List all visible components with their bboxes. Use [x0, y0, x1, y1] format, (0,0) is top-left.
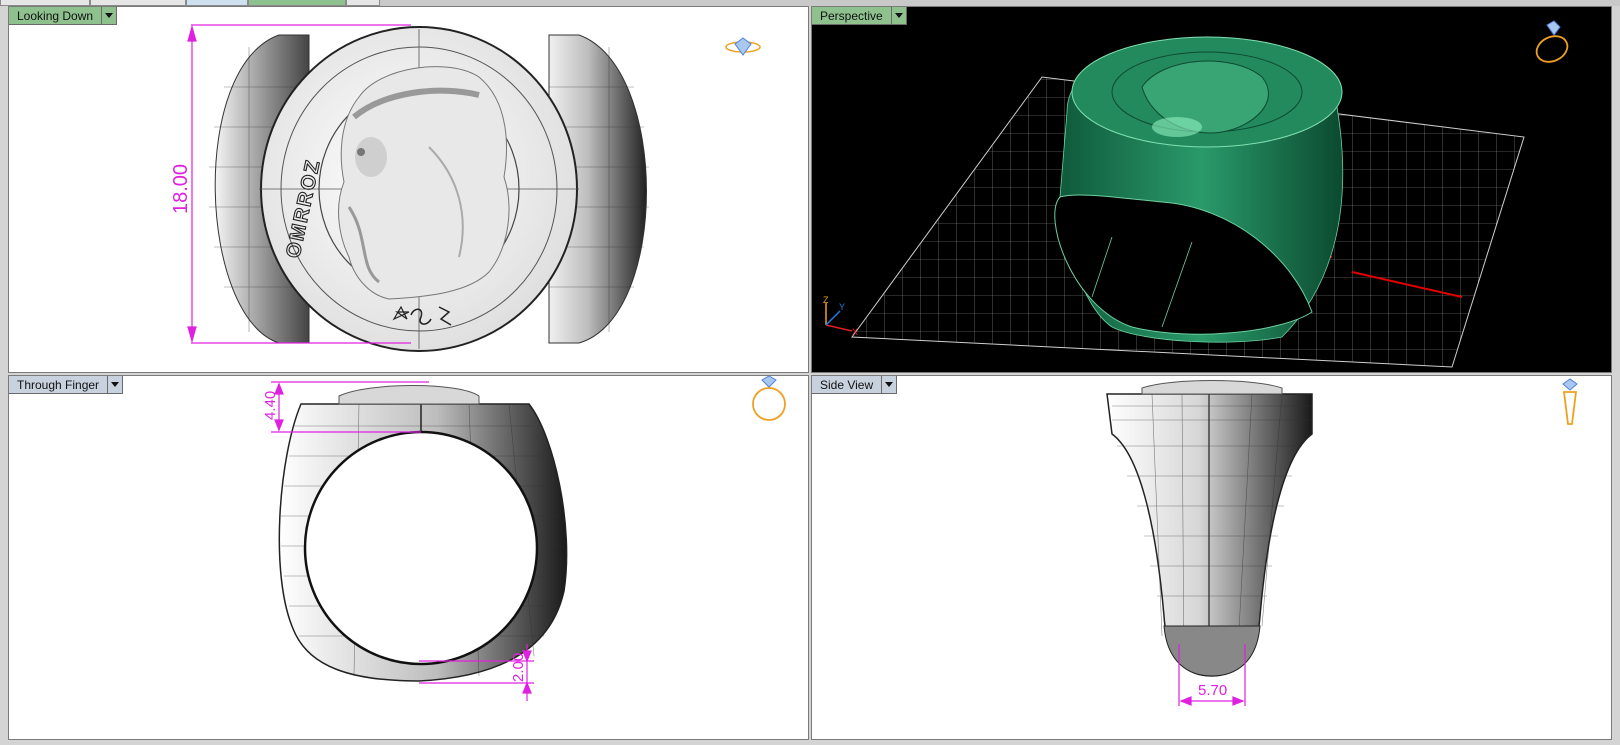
finger-hole	[303, 430, 539, 666]
relief-bust	[338, 66, 510, 300]
axis-gizmo: Z Y X	[823, 295, 858, 337]
chevron-down-icon[interactable]	[891, 7, 907, 25]
viewport-title[interactable]: Looking Down	[9, 7, 103, 25]
dimension-value-bottom: 5.70	[1198, 682, 1227, 699]
viewport-title[interactable]: Through Finger	[9, 376, 109, 394]
chevron-down-icon[interactable]	[108, 376, 124, 394]
viewport-looking-down[interactable]: Looking Down OMRROZ 18.00	[8, 6, 809, 373]
dimension-value-bottom: 2.00	[510, 653, 527, 682]
viewport-label[interactable]: Perspective	[812, 7, 907, 25]
ring-front-icon[interactable]	[752, 376, 786, 421]
top-view-drawing: OMRROZ 18.00	[170, 24, 761, 352]
axis-z-label: Z	[823, 295, 829, 305]
viewport-title[interactable]: Perspective	[812, 7, 892, 25]
viewport-label[interactable]: Looking Down	[9, 7, 118, 25]
front-view-drawing: 4.40 2.00	[262, 376, 786, 701]
axis-x-label: X	[852, 327, 858, 337]
dimension-value-top: 4.40	[262, 391, 279, 420]
viewport-label[interactable]: Side View	[812, 376, 898, 394]
viewport-label[interactable]: Through Finger	[9, 376, 124, 394]
relief-top	[338, 385, 480, 405]
relief-top	[1141, 380, 1283, 395]
side-view-drawing: 5.70	[1106, 378, 1578, 706]
perspective-drawing: Z Y X	[823, 20, 1571, 368]
ring-perspective-icon[interactable]	[1532, 20, 1571, 67]
dimension-value: 18.00	[170, 164, 192, 214]
diamond-ring-top-icon[interactable]	[725, 37, 761, 56]
axis-y-label: Y	[839, 302, 845, 312]
viewport-through-finger[interactable]: Through Finger 4.40 2.00	[8, 375, 809, 740]
chevron-down-icon[interactable]	[882, 376, 898, 394]
viewport-side-view[interactable]: Side View 5.70	[811, 375, 1612, 740]
chevron-down-icon[interactable]	[102, 7, 118, 25]
viewport-perspective[interactable]: Perspective Z Y X	[811, 6, 1612, 373]
viewport-title[interactable]: Side View	[812, 376, 883, 394]
ring-side-icon[interactable]	[1562, 378, 1578, 425]
